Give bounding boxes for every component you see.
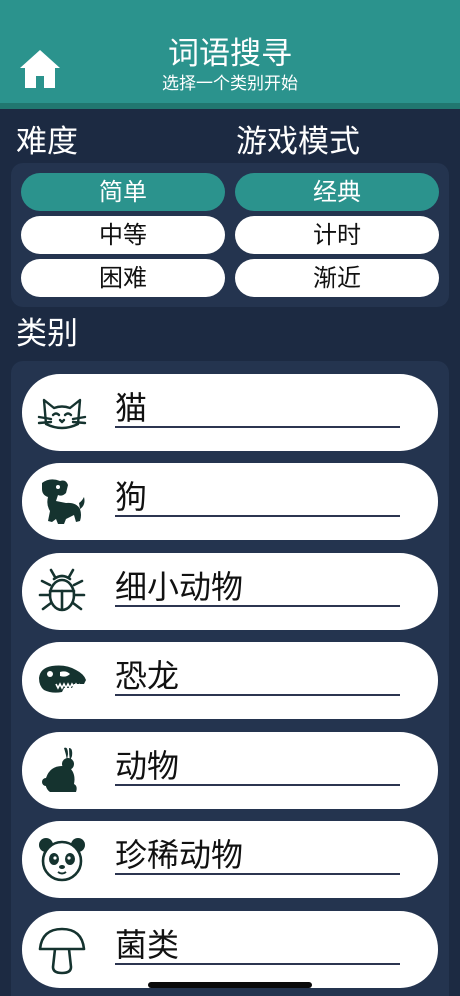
category-label: 珍稀动物 bbox=[115, 835, 400, 875]
category-cat[interactable]: 猫 bbox=[22, 374, 438, 451]
dog-icon bbox=[42, 479, 85, 524]
category-small-animals[interactable]: 细小动物 bbox=[22, 553, 438, 630]
category-label: 猫 bbox=[115, 388, 400, 428]
category-label: 狗 bbox=[115, 477, 400, 517]
game-mode-label: 游戏模式 bbox=[236, 124, 360, 160]
category-label: 细小动物 bbox=[115, 567, 400, 607]
mode-classic-button[interactable]: 经典 bbox=[235, 173, 439, 211]
options-panel: 简单 中等 困难 经典 计时 渐近 bbox=[11, 163, 449, 307]
page-subtitle: 选择一个类别开始 bbox=[162, 74, 298, 94]
dinosaur-skull-icon bbox=[39, 665, 86, 693]
category-label: 恐龙 bbox=[115, 656, 400, 696]
page-title: 词语搜寻 bbox=[168, 36, 292, 72]
mode-timed-button[interactable]: 计时 bbox=[235, 216, 439, 254]
category-animals[interactable]: 动物 bbox=[22, 732, 438, 809]
categories-label: 类别 bbox=[16, 316, 78, 352]
header-divider bbox=[0, 103, 460, 109]
mode-progressive-button[interactable]: 渐近 bbox=[235, 259, 439, 297]
category-dog[interactable]: 狗 bbox=[22, 463, 438, 540]
difficulty-easy-button[interactable]: 简单 bbox=[21, 173, 225, 211]
bug-icon bbox=[38, 568, 86, 612]
difficulty-label: 难度 bbox=[16, 124, 78, 160]
category-fungi[interactable]: 菌类 bbox=[22, 911, 438, 988]
cat-icon bbox=[37, 398, 87, 430]
home-indicator[interactable] bbox=[148, 982, 312, 988]
mushroom-icon bbox=[38, 927, 86, 975]
category-label: 菌类 bbox=[115, 925, 400, 965]
category-label: 动物 bbox=[115, 746, 400, 786]
panda-icon bbox=[39, 838, 85, 882]
difficulty-medium-button[interactable]: 中等 bbox=[21, 216, 225, 254]
category-dinosaurs[interactable]: 恐龙 bbox=[22, 642, 438, 719]
category-rare-animals[interactable]: 珍稀动物 bbox=[22, 821, 438, 898]
rabbit-icon bbox=[42, 747, 77, 792]
difficulty-hard-button[interactable]: 困难 bbox=[21, 259, 225, 297]
